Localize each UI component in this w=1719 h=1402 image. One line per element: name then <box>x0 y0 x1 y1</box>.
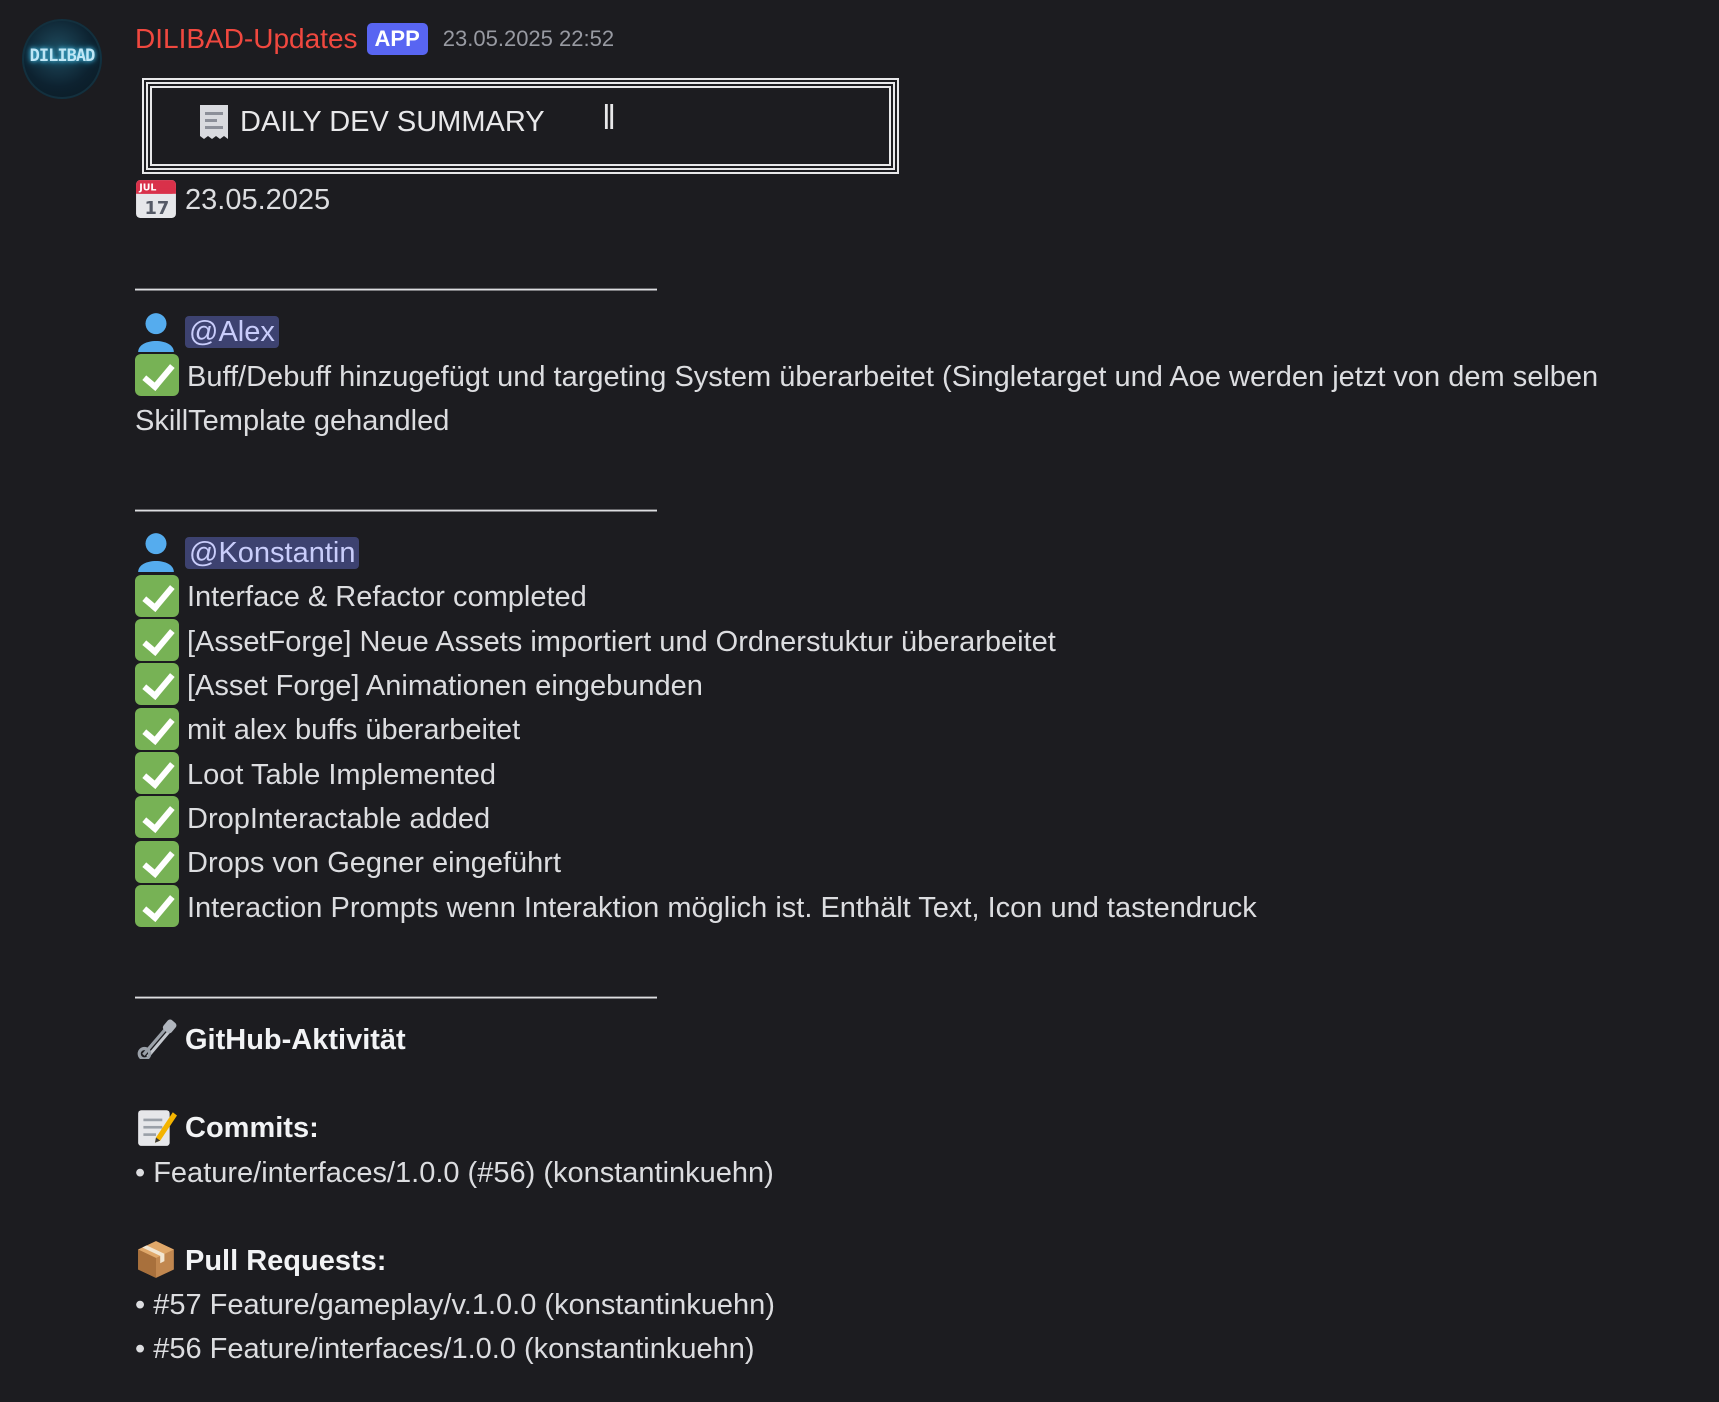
mention-alex[interactable]: @Alex <box>185 316 279 349</box>
pr-text: #56 Feature/interfaces/1.0.0 (konstantin… <box>153 1333 755 1366</box>
list-item: Buff/Debuff hinzugefügt und targeting Sy… <box>135 354 1710 443</box>
list-item: mit alex buffs überarbeitet <box>135 707 1710 752</box>
bullet: • <box>135 1156 154 1189</box>
checkmark-icon <box>135 619 179 662</box>
commit-item: • Feature/interfaces/1.0.0 (#56) (konsta… <box>135 1151 1710 1195</box>
svg-text:17: 17 <box>144 198 169 219</box>
pr-item: • #57 Feature/gameplay/v.1.0.0 (konstant… <box>135 1283 1710 1327</box>
list-item: Loot Table Implemented <box>135 752 1710 797</box>
svg-text:JUL: JUL <box>138 183 156 194</box>
user-line-konstantin: @Konstantin <box>135 531 1710 575</box>
item-text: mit alex buffs überarbeitet <box>187 714 521 747</box>
github-heading-line: GitHub-Aktivität <box>135 1018 1710 1062</box>
commits-heading: Commits: <box>185 1112 319 1145</box>
item-text: Interface & Refactor completed <box>187 581 587 614</box>
item-text: Loot Table Implemented <box>187 758 497 791</box>
list-item: [Asset Forge] Animationen eingebunden <box>135 663 1710 708</box>
item-text: Drops von Gegner eingeführt <box>187 847 561 880</box>
banner-title: DAILY DEV SUMMARY <box>198 100 545 144</box>
item-text: [Asset Forge] Animationen eingebunden <box>187 670 703 703</box>
bullet: • <box>135 1289 154 1322</box>
checkmark-icon <box>135 354 179 397</box>
item-text: DropInteractable added <box>187 803 491 836</box>
item-text: [AssetForge] Neue Assets importiert und … <box>187 625 1056 658</box>
pr-text: #57 Feature/gameplay/v.1.0.0 (konstantin… <box>153 1289 775 1322</box>
message-timestamp[interactable]: 23.05.2025 22:52 <box>443 26 614 52</box>
checkmark-icon <box>135 840 179 883</box>
mention-konstantin[interactable]: @Konstantin <box>185 537 360 570</box>
safety-pin-icon <box>137 1020 177 1060</box>
commit-text: Feature/interfaces/1.0.0 (#56) (konstant… <box>153 1156 774 1189</box>
list-item: Interaction Prompts wenn Interaktion mög… <box>135 885 1710 930</box>
item-text: Buff/Debuff hinzugefügt und targeting Sy… <box>135 360 1599 438</box>
list-item: [AssetForge] Neue Assets importiert und … <box>135 619 1710 664</box>
date-line: JUL 17 23.05.2025 <box>135 178 1710 222</box>
bullet: • <box>135 1333 154 1366</box>
checkmark-icon <box>135 663 179 706</box>
message-header: DILIBAD-Updates APP 23.05.2025 22:52 <box>135 18 614 60</box>
divider: —————————————————— <box>135 493 657 526</box>
banner-trailing-bar: ‖ <box>602 99 617 137</box>
checkmark-icon <box>135 574 179 617</box>
divider: —————————————————— <box>135 272 657 305</box>
checkmark-icon <box>135 885 179 928</box>
list-item: Interface & Refactor completed <box>135 574 1710 619</box>
item-text: Interaction Prompts wenn Interaktion mög… <box>187 891 1257 924</box>
app-badge: APP <box>366 23 428 55</box>
user-silhouette-icon <box>138 312 174 352</box>
author-name[interactable]: DILIBAD-Updates <box>135 23 358 55</box>
package-icon <box>138 1241 174 1279</box>
pr-item: • #56 Feature/interfaces/1.0.0 (konstant… <box>135 1327 1710 1371</box>
banner-title-text: DAILY DEV SUMMARY <box>240 106 545 138</box>
divider: —————————————————— <box>135 980 657 1013</box>
memo-icon <box>138 1110 177 1146</box>
github-heading: GitHub-Aktivität <box>185 1024 406 1057</box>
message-content: DAILY DEV SUMMARY ‖ JUL 17 23.05.2025 ——… <box>135 74 1710 1371</box>
receipt-icon <box>200 105 228 139</box>
checkmark-icon <box>135 752 179 795</box>
list-item: Drops von Gegner eingeführt <box>135 840 1710 885</box>
pr-heading: Pull Requests: <box>185 1244 387 1277</box>
message: DILIBAD DILIBAD-Updates APP 23.05.2025 2… <box>0 0 1719 1402</box>
checkmark-icon <box>135 707 179 750</box>
avatar-logo-text: DILIBAD <box>29 46 96 66</box>
user-line-alex: @Alex <box>135 310 1710 354</box>
user-silhouette-icon <box>138 533 174 573</box>
checkmark-icon <box>135 796 179 839</box>
date-text: 23.05.2025 <box>185 184 331 216</box>
avatar[interactable]: DILIBAD <box>22 19 102 99</box>
commits-heading-line: Commits: <box>135 1106 1710 1150</box>
pr-heading-line: Pull Requests: <box>135 1239 1710 1283</box>
list-item: DropInteractable added <box>135 796 1710 841</box>
summary-banner: DAILY DEV SUMMARY ‖ <box>142 74 899 174</box>
calendar-icon: JUL 17 <box>136 180 176 219</box>
